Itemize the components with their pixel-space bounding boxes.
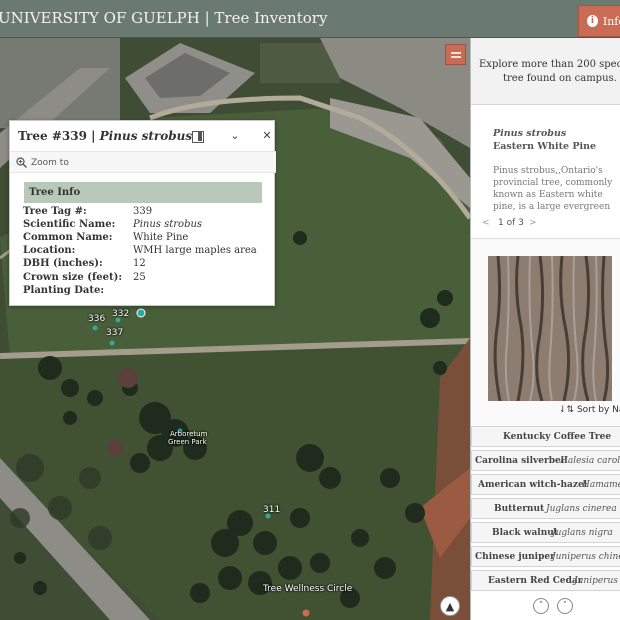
layers-button[interactable] [445, 44, 466, 65]
scroll-up-button[interactable]: ˄ [533, 598, 549, 614]
info-row-tag: Tree Tag #: 339 [23, 206, 263, 219]
list-item[interactable]: Butternut Juglans cinerea [471, 498, 620, 519]
info-row-scientific-name: Scientific Name: Pinus strobus [23, 219, 263, 232]
info-label: Common Name: [23, 232, 113, 243]
explore-text-line-2: tree found on campus. [503, 73, 617, 84]
app-header: UNIVERSITY OF GUELPH | Tree Inventory i … [0, 0, 620, 38]
info-label: Crown size (feet): [23, 272, 123, 283]
pager-prev-button[interactable]: < [482, 218, 490, 228]
list-item-common-name: Chinese juniper [475, 552, 555, 562]
card-common-name: Eastern White Pine [493, 141, 597, 152]
pager-next-button[interactable]: > [529, 218, 537, 228]
list-item-common-name: Kentucky Coffee Tree [503, 432, 612, 442]
list-item[interactable]: Chinese juniper Juniperus chinensis [471, 546, 620, 567]
scroll-down-button[interactable]: ˅ [557, 598, 573, 614]
compass-button[interactable]: ▲ [440, 596, 460, 616]
info-label: Scientific Name: [23, 219, 116, 230]
info-value: Pinus strobus [133, 219, 203, 230]
info-label: Tree Tag #: [23, 206, 87, 217]
species-sidebar: Explore more than 200 species o tree fou… [470, 38, 620, 620]
list-item-common-name: Black walnut [492, 528, 558, 538]
close-icon[interactable]: ✕ [260, 129, 274, 143]
bark-photo-area [471, 238, 620, 430]
place-label-tree-wellness-circle: Tree Wellness Circle [263, 584, 353, 594]
sort-by-name-button[interactable]: ⇃⇅ Sort by Name [559, 405, 620, 415]
info-button-label: Info [602, 14, 620, 28]
list-item-scientific-name: Juglans cinerea [546, 504, 617, 514]
info-row-common-name: Common Name: White Pine [23, 232, 263, 245]
card-description-line: pine, is a large evergreen [493, 202, 611, 212]
card-description-line: Pinus strobus,,Ontario's [493, 166, 603, 176]
info-row-dbh: DBH (inches): 12 [23, 258, 263, 271]
list-scroll-controls: ˄ ˅ [533, 598, 573, 616]
tree-label-311[interactable]: 311 [263, 505, 280, 515]
chevron-down-icon[interactable]: ⌄ [228, 129, 242, 143]
info-label: Location: [23, 245, 76, 256]
list-item[interactable]: American witch-hazel Hamamelis [471, 474, 620, 495]
compass-icon: ▲ [445, 599, 455, 613]
list-item-scientific-name: Halesia carolina [560, 456, 620, 466]
list-item[interactable]: Carolina silverbell Halesia carolina [471, 450, 620, 471]
zoom-to-button[interactable]: Zoom to [10, 151, 276, 173]
list-item-scientific-name: Hamamelis [582, 480, 620, 490]
info-value: 12 [133, 258, 146, 269]
zoom-to-label: Zoom to [31, 158, 69, 168]
list-item-common-name: Carolina silverbell [475, 456, 568, 466]
place-label-arboretum: Arboretum [170, 430, 208, 438]
popup-title-prefix: Tree #339 | [18, 129, 100, 143]
pager-count: 1 of 3 [498, 218, 524, 228]
list-item-common-name: American witch-hazel [478, 480, 588, 490]
info-button[interactable]: i Info [578, 5, 620, 37]
zoom-in-icon [16, 157, 27, 168]
info-row-planting-date: Planting Date: [23, 285, 263, 298]
place-label-green-park: Green Park [168, 438, 207, 446]
card-description-line: known as Eastern white [493, 190, 603, 200]
list-item-common-name: Eastern Red Cedar [488, 576, 583, 586]
popup-title: Tree #339 | Pinus strobus [18, 129, 192, 143]
list-item[interactable]: Kentucky Coffee Tree [471, 426, 620, 447]
card-description-line: provincial tree, commonly [493, 178, 613, 188]
list-item[interactable]: Eastern Red Cedar Juniperus [471, 570, 620, 591]
tree-info-heading: Tree Info [24, 182, 262, 203]
list-item-scientific-name: Juglans nigra [552, 528, 613, 538]
info-label: DBH (inches): [23, 258, 103, 269]
info-value: 25 [133, 272, 146, 283]
tree-popup: Tree #339 | Pinus strobus ⌄ ✕ Zoom to Tr… [9, 120, 276, 306]
info-label: Planting Date: [23, 285, 105, 296]
info-row-location: Location: WMH large maples area [23, 245, 263, 258]
explore-text-line-1: Explore more than 200 species o [479, 59, 620, 70]
explore-banner: Explore more than 200 species o tree fou… [471, 38, 620, 105]
info-value: White Pine [133, 232, 189, 243]
tree-label-337[interactable]: 337 [106, 328, 123, 338]
info-value: WMH large maples area [133, 245, 257, 256]
card-scientific-name: Pinus strobus [493, 128, 567, 139]
list-item[interactable]: Black walnut Juglans nigra [471, 522, 620, 543]
dock-icon[interactable] [190, 129, 204, 143]
bark-photo[interactable] [488, 256, 612, 401]
info-value: 339 [133, 206, 153, 217]
list-item-common-name: Butternut [494, 504, 545, 514]
list-item-scientific-name: Juniperus chinensis [552, 552, 620, 562]
list-item-scientific-name: Juniperus [574, 576, 618, 586]
info-row-crown-size: Crown size (feet): 25 [23, 272, 263, 285]
tree-label-332[interactable]: 332 [112, 309, 129, 319]
popup-header: Tree #339 | Pinus strobus ⌄ ✕ [10, 121, 276, 151]
popup-title-species: Pinus strobus [99, 129, 193, 143]
card-pager: < 1 of 3 > [471, 212, 620, 234]
tree-label-336[interactable]: 336 [88, 314, 105, 324]
app-title: UNIVERSITY OF GUELPH | Tree Inventory [0, 9, 328, 27]
info-icon: i [587, 15, 598, 27]
